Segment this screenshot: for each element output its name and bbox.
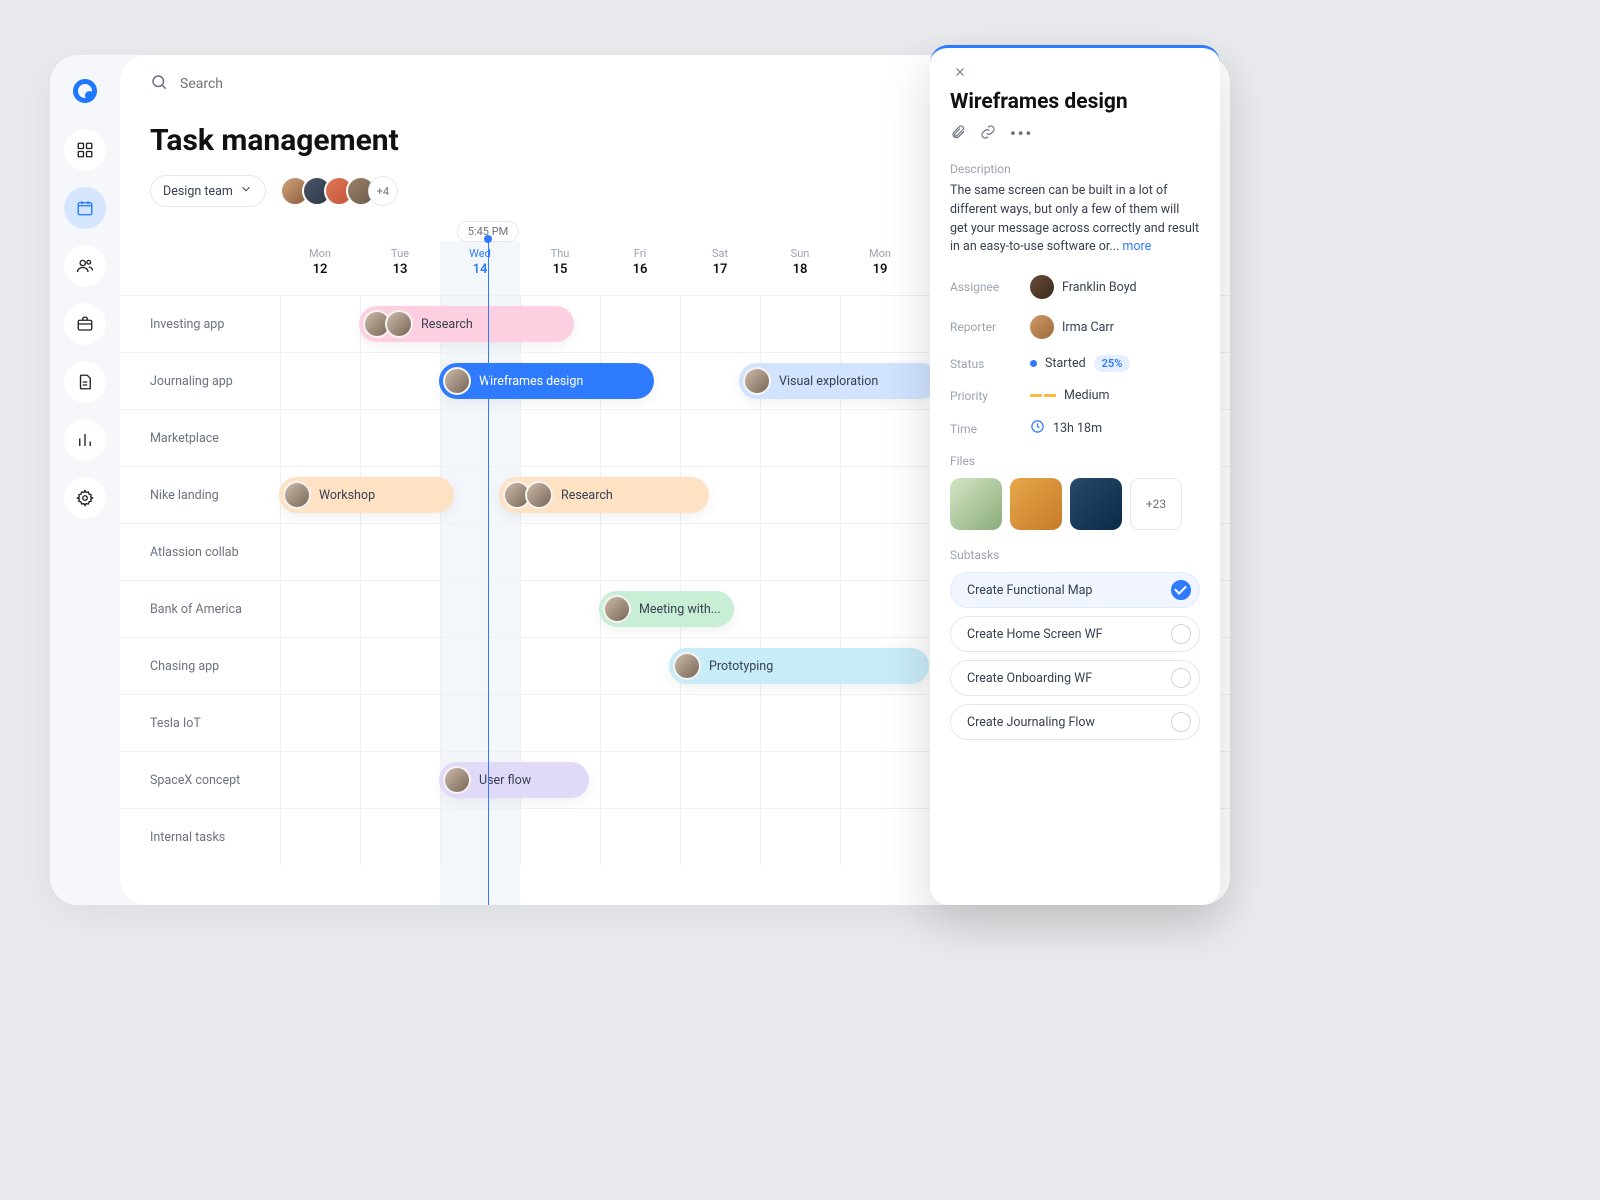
page-title: Task management <box>150 123 399 158</box>
time-row: Time 13h 18m <box>950 419 1200 438</box>
nav-work[interactable] <box>64 303 106 345</box>
row-label: SpaceX concept <box>120 752 280 808</box>
row-label: Marketplace <box>120 410 280 466</box>
row-label: Atlassion collab <box>120 524 280 580</box>
nav-docs[interactable] <box>64 361 106 403</box>
briefcase-icon <box>76 315 94 333</box>
day-header-today: Wed14 <box>440 241 520 295</box>
assignee-row: Assignee Franklin Boyd <box>950 275 1200 299</box>
files-label: Files <box>950 454 1200 468</box>
day-header: Sat17 <box>680 241 760 295</box>
files-more[interactable]: +23 <box>1130 478 1182 530</box>
file-thumbnail[interactable] <box>1010 478 1062 530</box>
avatar-more[interactable]: +4 <box>368 176 398 206</box>
row-label: Investing app <box>120 296 280 352</box>
close-button[interactable] <box>950 62 970 82</box>
team-avatars: +4 <box>280 176 398 206</box>
row-label: Internal tasks <box>120 809 280 865</box>
reporter-name: Irma Carr <box>1062 320 1114 335</box>
status-dot-icon <box>1030 360 1037 367</box>
more-link[interactable]: more <box>1122 239 1151 254</box>
nav-settings[interactable] <box>64 477 106 519</box>
subtask-item[interactable]: Create Functional Map <box>950 572 1200 608</box>
task-meeting[interactable]: Meeting with... <box>599 591 734 627</box>
priority-icon <box>1030 394 1056 397</box>
progress-badge: 25% <box>1094 355 1131 372</box>
checkbox-checked-icon[interactable] <box>1171 580 1191 600</box>
document-icon <box>76 373 94 391</box>
row-label: Bank of America <box>120 581 280 637</box>
grid-icon <box>76 141 94 159</box>
nav-people[interactable] <box>64 245 106 287</box>
checkbox-icon[interactable] <box>1171 624 1191 644</box>
checkbox-icon[interactable] <box>1171 668 1191 688</box>
task-prototyping[interactable]: Prototyping <box>669 648 929 684</box>
day-header: Fri16 <box>600 241 680 295</box>
checkbox-icon[interactable] <box>1171 712 1191 732</box>
task-workshop[interactable]: Workshop <box>279 477 454 513</box>
search-icon <box>150 73 168 95</box>
file-thumbnail[interactable] <box>1070 478 1122 530</box>
now-dot <box>484 235 492 243</box>
calendar-icon <box>76 199 94 217</box>
logo <box>73 79 97 103</box>
status-text: Started <box>1045 356 1086 371</box>
drawer-actions: ••• <box>950 124 1200 144</box>
status-row: Status Started25% <box>950 355 1200 372</box>
avatar <box>1030 315 1054 339</box>
task-research2[interactable]: Research <box>499 477 709 513</box>
row-label: Nike landing <box>120 467 280 523</box>
subheader-left: Design team +4 <box>150 175 398 207</box>
close-icon <box>953 65 967 79</box>
team-selector[interactable]: Design team <box>150 175 266 207</box>
sidebar-rail <box>50 55 120 905</box>
nav-dashboard[interactable] <box>64 129 106 171</box>
attachment-button[interactable] <box>950 124 966 144</box>
link-button[interactable] <box>980 124 996 144</box>
chart-icon <box>76 431 94 449</box>
avatar <box>1030 275 1054 299</box>
link-icon <box>980 124 996 140</box>
row-label: Chasing app <box>120 638 280 694</box>
task-visual[interactable]: Visual exploration <box>739 363 939 399</box>
nav-calendar[interactable] <box>64 187 106 229</box>
chevron-down-icon <box>239 182 253 200</box>
subtask-item[interactable]: Create Journaling Flow <box>950 704 1200 740</box>
clock-icon <box>1030 419 1045 438</box>
description-label: Description <box>950 162 1200 176</box>
nav-analytics[interactable] <box>64 419 106 461</box>
file-thumbnail[interactable] <box>950 478 1002 530</box>
assignee-name: Franklin Boyd <box>1062 280 1137 295</box>
drawer-title: Wireframes design <box>950 90 1200 114</box>
priority-row: Priority Medium <box>950 388 1200 403</box>
subtasks-label: Subtasks <box>950 548 1200 562</box>
task-detail-drawer: Wireframes design ••• Description The sa… <box>930 45 1220 905</box>
gear-icon <box>76 489 94 507</box>
row-label: Tesla IoT <box>120 695 280 751</box>
task-wireframes[interactable]: Wireframes design <box>439 363 654 399</box>
priority-text: Medium <box>1064 388 1109 403</box>
day-header: Thu15 <box>520 241 600 295</box>
day-header: Tue13 <box>360 241 440 295</box>
day-header: Sun18 <box>760 241 840 295</box>
reporter-row: Reporter Irma Carr <box>950 315 1200 339</box>
subtask-item[interactable]: Create Home Screen WF <box>950 616 1200 652</box>
subtask-item[interactable]: Create Onboarding WF <box>950 660 1200 696</box>
more-button[interactable]: ••• <box>1010 124 1033 144</box>
paperclip-icon <box>950 124 966 140</box>
search-input[interactable] <box>180 76 380 92</box>
description-text: The same screen can be built in a lot of… <box>950 182 1200 257</box>
task-userflow[interactable]: User flow <box>439 762 589 798</box>
task-research[interactable]: Research <box>359 306 574 342</box>
team-label: Design team <box>163 184 233 199</box>
day-header: Mon19 <box>840 241 920 295</box>
day-header: Mon12 <box>280 241 360 295</box>
time-text: 13h 18m <box>1053 421 1102 436</box>
row-label: Journaling app <box>120 353 280 409</box>
people-icon <box>76 257 94 275</box>
files-list: +23 <box>950 478 1200 530</box>
